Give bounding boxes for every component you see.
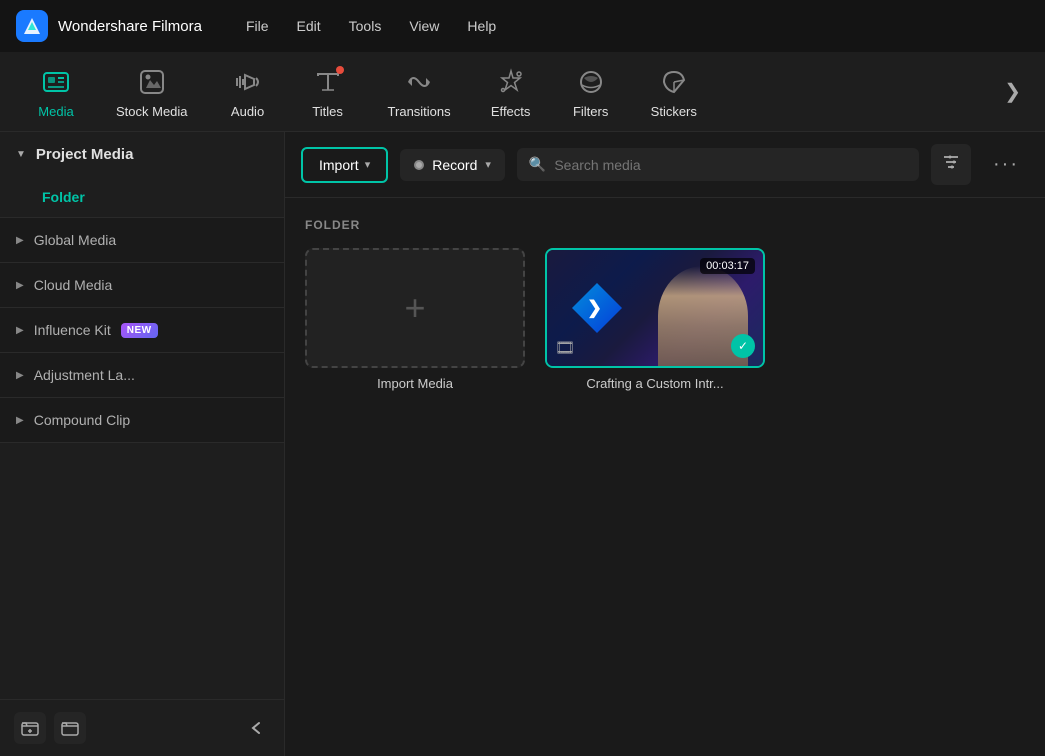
filter-button[interactable] bbox=[931, 144, 971, 185]
record-button[interactable]: Record ▾ bbox=[400, 149, 505, 181]
toolbar-media-label: Media bbox=[38, 104, 73, 119]
toolbar-stickers[interactable]: Stickers bbox=[631, 56, 717, 127]
toolbar-stickers-label: Stickers bbox=[651, 104, 697, 119]
import-label: Import bbox=[319, 157, 359, 173]
sidebar-item-global-media[interactable]: ▶ Global Media bbox=[0, 218, 284, 262]
import-button[interactable]: Import ▾ bbox=[301, 147, 388, 183]
toolbar-titles-label: Titles bbox=[312, 104, 343, 119]
content-toolbar: Import ▾ Record ▾ 🔍 bbox=[285, 132, 1045, 198]
toolbar: Media Stock Media Audio bbox=[0, 52, 1045, 132]
toolbar-titles[interactable]: Titles bbox=[288, 56, 368, 127]
cloud-media-arrow: ▶ bbox=[16, 280, 24, 291]
toolbar-media[interactable]: Media bbox=[16, 56, 96, 127]
toolbar-filters[interactable]: Filters bbox=[551, 56, 631, 127]
menu-file[interactable]: File bbox=[234, 12, 281, 40]
video-media-card[interactable]: ❯ 00:03:17 ✓ 🎞 Crafting a Custom Intr... bbox=[545, 248, 765, 391]
video-check-badge: ✓ bbox=[731, 334, 755, 358]
global-media-arrow: ▶ bbox=[16, 235, 24, 246]
sidebar-collapse-button[interactable] bbox=[242, 714, 270, 742]
content-area: Import ▾ Record ▾ 🔍 bbox=[285, 132, 1045, 756]
filters-icon bbox=[573, 64, 609, 100]
project-media-arrow: ▼ bbox=[16, 149, 26, 160]
toolbar-stock-label: Stock Media bbox=[116, 104, 188, 119]
toolbar-transitions[interactable]: Transitions bbox=[368, 56, 471, 127]
compound-clip-label: Compound Clip bbox=[34, 412, 131, 428]
search-icon: 🔍 bbox=[529, 156, 546, 173]
global-media-label: Global Media bbox=[34, 232, 117, 248]
toolbar-effects-label: Effects bbox=[491, 104, 531, 119]
toolbar-more-button[interactable]: ❯ bbox=[996, 71, 1029, 112]
video-duration-badge: 00:03:17 bbox=[700, 258, 755, 274]
import-media-thumb: + bbox=[305, 248, 525, 368]
sidebar-item-cloud-media[interactable]: ▶ Cloud Media bbox=[0, 263, 284, 307]
adjustment-label: Adjustment La... bbox=[34, 367, 135, 383]
influence-kit-arrow: ▶ bbox=[16, 325, 24, 336]
title-bar: Wondershare Filmora File Edit Tools View… bbox=[0, 0, 1045, 52]
transitions-icon bbox=[401, 64, 437, 100]
sidebar-item-influence-kit[interactable]: ▶ Influence Kit NEW bbox=[0, 308, 284, 352]
toolbar-audio-label: Audio bbox=[231, 104, 264, 119]
sidebar-section-project-media: ▼ Project Media Folder bbox=[0, 132, 284, 217]
film-icon: 🎞 bbox=[555, 338, 575, 358]
adjustment-arrow: ▶ bbox=[16, 370, 24, 381]
menu-tools[interactable]: Tools bbox=[337, 12, 394, 40]
search-input[interactable] bbox=[554, 157, 907, 173]
sidebar-item-project-media[interactable]: ▼ Project Media bbox=[0, 132, 284, 177]
sidebar-footer bbox=[0, 699, 284, 756]
import-media-label: Import Media bbox=[305, 376, 525, 391]
video-thumb: ❯ 00:03:17 ✓ 🎞 bbox=[545, 248, 765, 368]
more-options-button[interactable]: ··· bbox=[983, 145, 1029, 184]
search-box[interactable]: 🔍 bbox=[517, 148, 919, 181]
toolbar-audio[interactable]: Audio bbox=[208, 56, 288, 127]
record-chevron-icon: ▾ bbox=[485, 158, 491, 171]
app-logo-icon bbox=[16, 10, 48, 42]
influence-kit-label: Influence Kit bbox=[34, 322, 111, 338]
stock-media-icon bbox=[134, 64, 170, 100]
import-chevron-icon: ▾ bbox=[365, 158, 371, 171]
sidebar-item-adjustment[interactable]: ▶ Adjustment La... bbox=[0, 353, 284, 397]
plus-icon: + bbox=[404, 287, 425, 329]
record-dot-icon bbox=[414, 160, 424, 170]
app-title: Wondershare Filmora bbox=[58, 18, 202, 35]
media-grid: FOLDER + Import Media ❯ bbox=[285, 198, 1045, 756]
sidebar: ▼ Project Media Folder ▶ Global Media ▶ … bbox=[0, 132, 285, 756]
titles-icon bbox=[310, 64, 346, 100]
sidebar-folder-item[interactable]: Folder bbox=[0, 177, 284, 217]
menu-help[interactable]: Help bbox=[455, 12, 508, 40]
import-media-card[interactable]: + Import Media bbox=[305, 248, 525, 391]
main-content: ▼ Project Media Folder ▶ Global Media ▶ … bbox=[0, 132, 1045, 756]
cloud-media-label: Cloud Media bbox=[34, 277, 113, 293]
audio-icon bbox=[230, 64, 266, 100]
video-background: ❯ 00:03:17 ✓ 🎞 bbox=[547, 250, 763, 366]
toolbar-stock-media[interactable]: Stock Media bbox=[96, 56, 208, 127]
media-icon bbox=[38, 64, 74, 100]
folder-section-label: FOLDER bbox=[305, 218, 1025, 232]
media-grid-row: + Import Media ❯ 00:03:17 ✓ 🎞 bbox=[305, 248, 1025, 391]
menu-edit[interactable]: Edit bbox=[285, 12, 333, 40]
menu-bar: File Edit Tools View Help bbox=[234, 12, 508, 40]
effects-icon bbox=[493, 64, 529, 100]
record-label: Record bbox=[432, 157, 477, 173]
influence-kit-badge: NEW bbox=[121, 323, 158, 338]
toolbar-filters-label: Filters bbox=[573, 104, 608, 119]
video-media-label: Crafting a Custom Intr... bbox=[545, 376, 765, 391]
new-folder-button[interactable] bbox=[54, 712, 86, 744]
video-play-decor: ❯ bbox=[587, 298, 602, 319]
compound-clip-arrow: ▶ bbox=[16, 415, 24, 426]
sidebar-item-compound-clip[interactable]: ▶ Compound Clip bbox=[0, 398, 284, 442]
add-folder-button[interactable] bbox=[14, 712, 46, 744]
toolbar-transitions-label: Transitions bbox=[388, 104, 451, 119]
stickers-icon bbox=[656, 64, 692, 100]
menu-view[interactable]: View bbox=[397, 12, 451, 40]
toolbar-effects[interactable]: Effects bbox=[471, 56, 551, 127]
project-media-label: Project Media bbox=[36, 146, 134, 163]
app-logo: Wondershare Filmora bbox=[16, 10, 202, 42]
